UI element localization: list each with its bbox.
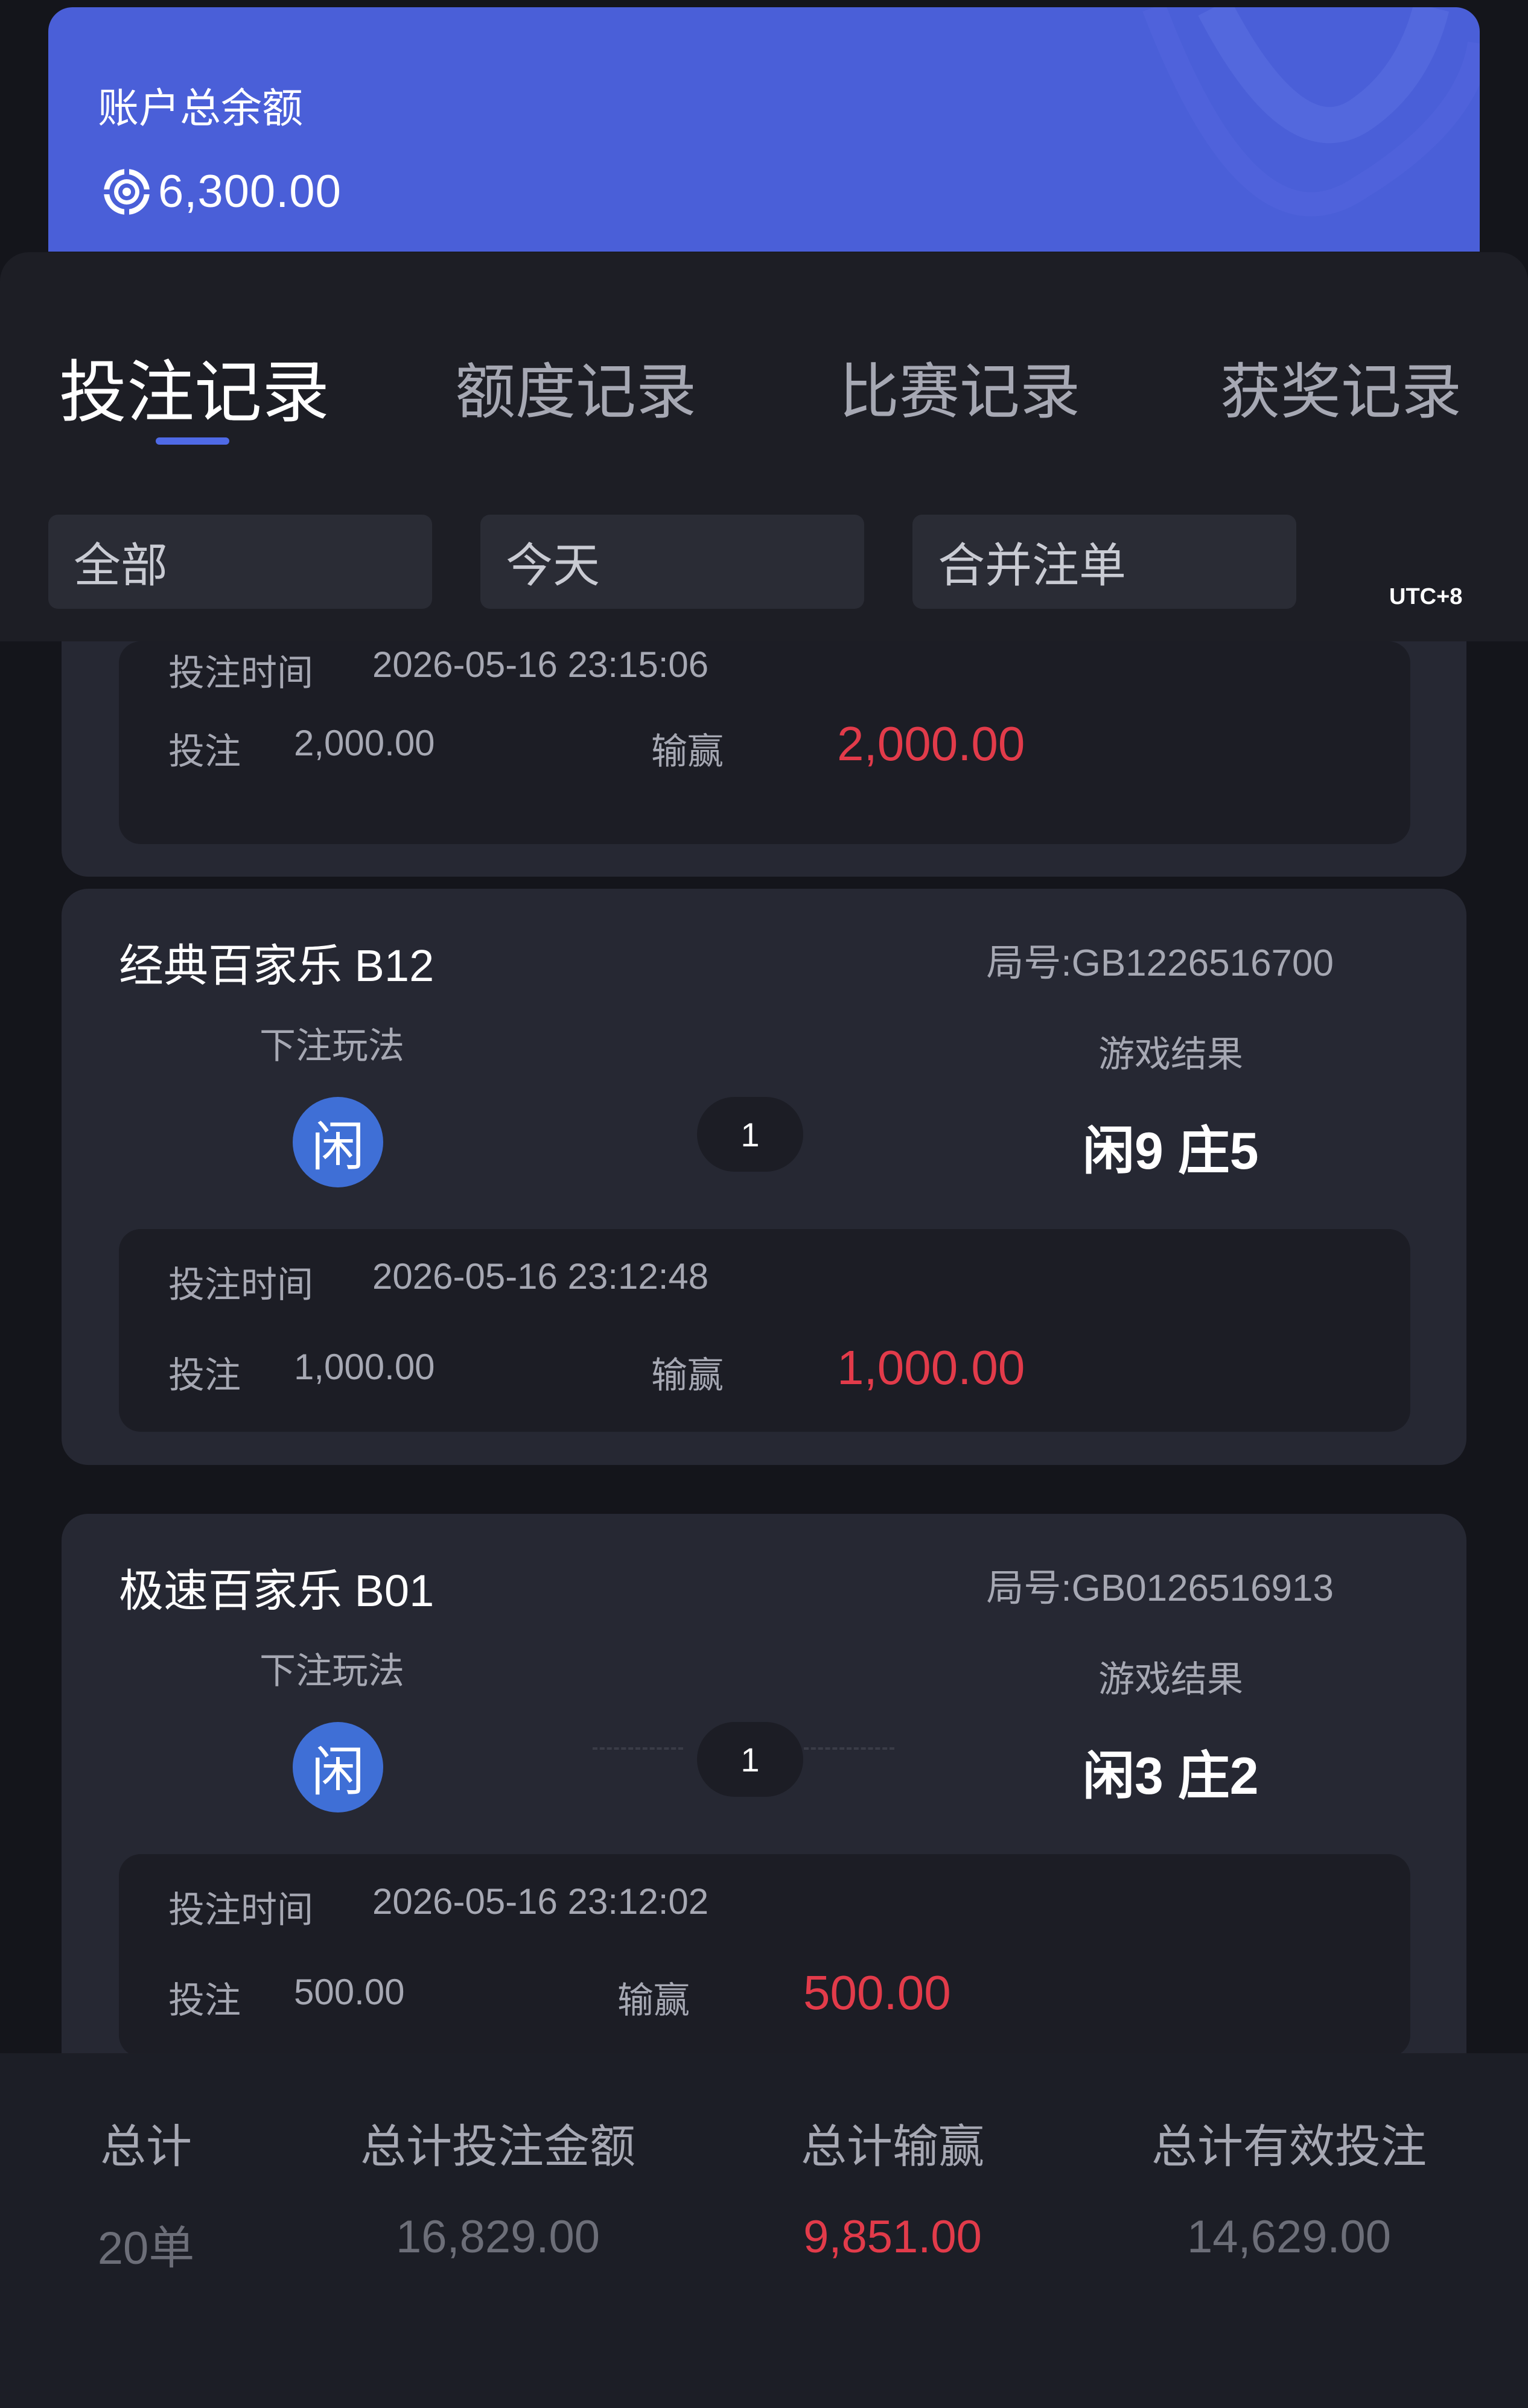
record-detail: 投注时间 2026-05-16 23:12:02 投注 500.00 输赢 50… [119,1854,1410,2053]
bet-time-value: 2026-05-16 23:15:06 [372,644,709,685]
tab-bar: 投注记录 额度记录 比赛记录 获奖记录 [0,252,1528,451]
winloss-label: 输赢 [617,1980,690,2021]
bet-count-pill: 1 [697,1097,803,1172]
record-card[interactable]: 极速百家乐 B01 局号:GB0126516913 下注玩法 闲 1 游戏结果 … [62,1514,1466,2053]
winloss-label: 输赢 [651,1355,724,1396]
balance-row: 6,300.00 [101,165,342,218]
summary-label: 总计 [100,2121,192,2173]
active-tab-indicator [156,437,229,445]
bet-time-label: 投注时间 [168,1265,313,1305]
stake-label: 投注 [168,1355,241,1396]
result-value: 闲9 庄5 [1083,1122,1259,1180]
casino-chip-icon [103,168,150,215]
result-label: 游戏结果 [1098,1659,1243,1700]
record-detail: 投注时间 2026-05-16 23:15:06 投注 2,000.00 输赢 … [119,641,1410,844]
summary-value: 20单 [97,2223,195,2274]
winloss-value: 500.00 [803,1966,951,2019]
summary-label: 总计投注金额 [360,2121,635,2173]
connector-line [804,1747,894,1750]
record-card[interactable]: 经典百家乐 B12 局号:GB1226516700 下注玩法 闲 1 游戏结果 … [62,889,1466,1465]
bet-type-label: 下注玩法 [259,1026,404,1066]
balance-card: 账户总余额 6,300.00 [48,7,1480,252]
stake-value: 2,000.00 [294,723,435,763]
stake-label: 投注 [168,731,241,772]
game-name: 经典百家乐 B12 [119,941,435,991]
winloss-value: 1,000.00 [837,1341,1025,1394]
bet-type-badge: 闲 [293,1722,383,1812]
timezone-label: UTC+8 [1389,584,1463,609]
filter-merge-bets[interactable]: 合并注单 [912,515,1296,609]
summary-total-valid-bets: 总计有效投注 14,629.00 [1151,2109,1427,2263]
bet-count-pill: 1 [697,1722,803,1797]
summary-total-stake: 总计投注金额 16,829.00 [360,2109,635,2263]
summary-value: 16,829.00 [395,2211,600,2263]
summary-footer: 总计 20单 总计投注金额 16,829.00 总计输赢 9,851.00 总计… [0,2054,1528,2408]
bet-time-label: 投注时间 [168,653,313,693]
tab-match-records[interactable]: 比赛记录 [839,343,1080,430]
connector-line [593,1747,683,1750]
game-name: 极速百家乐 B01 [119,1566,435,1616]
stake-value: 1,000.00 [294,1347,435,1387]
balance-amount: 6,300.00 [158,166,342,217]
wave-decoration [1142,7,1480,217]
winloss-value: 2,000.00 [837,717,1025,770]
tab-award-records[interactable]: 获奖记录 [1220,343,1462,430]
record-list[interactable]: 投注时间 2026-05-16 23:15:06 投注 2,000.00 输赢 … [0,641,1528,2053]
result-value: 闲3 庄2 [1083,1747,1259,1805]
summary-label: 总计有效投注 [1151,2121,1427,2173]
round-number: 局号:GB1226516700 [986,942,1334,984]
summary-total-winloss: 总计输赢 9,851.00 [801,2109,984,2263]
bet-time-value: 2026-05-16 23:12:48 [372,1256,709,1297]
bet-type-badge: 闲 [293,1097,383,1187]
filter-game-type[interactable]: 全部 [48,515,432,609]
stake-label: 投注 [168,1980,241,2021]
bet-time-label: 投注时间 [168,1890,313,1930]
stake-value: 500.00 [294,1972,405,2012]
tab-quota-records[interactable]: 额度记录 [455,343,696,430]
record-card[interactable]: 投注时间 2026-05-16 23:15:06 投注 2,000.00 输赢 … [62,641,1466,877]
result-label: 游戏结果 [1098,1034,1243,1075]
tab-bet-records[interactable]: 投注记录 [59,338,329,436]
balance-label: 账户总余额 [98,86,304,132]
winloss-label: 输赢 [651,731,724,772]
summary-total-orders: 总计 20单 [98,2109,195,2277]
record-detail: 投注时间 2026-05-16 23:12:48 投注 1,000.00 输赢 … [119,1229,1410,1432]
round-number: 局号:GB0126516913 [986,1568,1334,1609]
summary-label: 总计输赢 [801,2121,984,2173]
filter-date-range[interactable]: 今天 [480,515,864,609]
bet-time-value: 2026-05-16 23:12:02 [372,1881,709,1922]
bet-type-label: 下注玩法 [259,1651,404,1691]
summary-value: 9,851.00 [803,2211,982,2263]
summary-value: 14,629.00 [1186,2211,1392,2263]
